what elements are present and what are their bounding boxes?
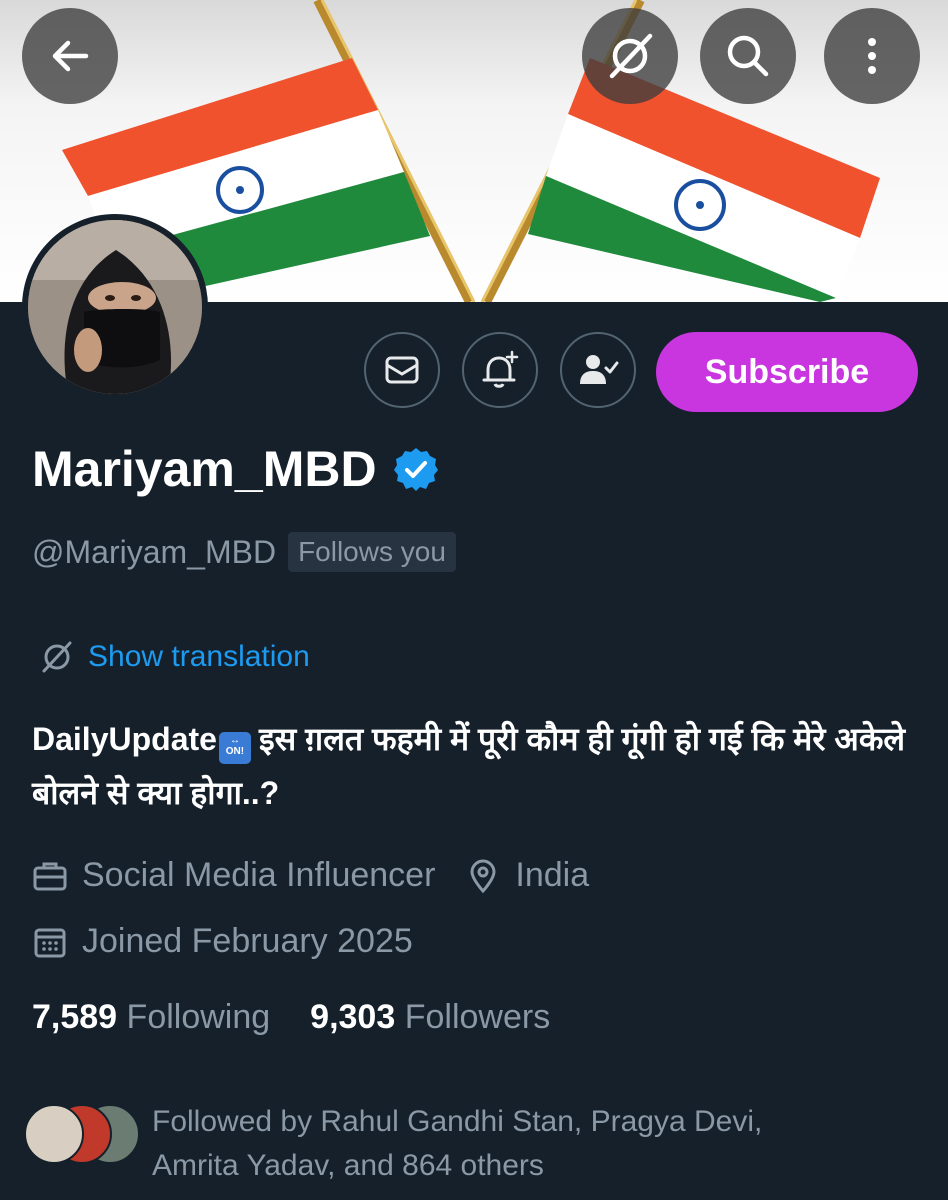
bell-plus-icon [482,350,519,388]
verified-badge-icon[interactable] [393,446,439,492]
more-button[interactable] [824,8,920,104]
followers-label: Followers [404,998,551,1036]
profile-meta-row: Social Media Influencer India [32,856,589,895]
followed-by-line: Amrita Yadav, and 864 others [152,1149,544,1182]
notifications-button[interactable] [462,332,538,408]
followed-by-text: Followed by Rahul Gandhi Stan, Pragya De… [152,1100,912,1188]
profile-avatar[interactable] [22,214,208,400]
followed-by-section[interactable]: Followed by Rahul Gandhi Stan, Pragya De… [24,1100,924,1190]
follow-counts: 7,589 Following 9,303 Followers [32,998,550,1037]
search-icon [727,35,769,77]
emoji-text: ON! [225,746,245,757]
person-check-icon [580,355,619,384]
envelope-icon [385,356,419,384]
profession: Social Media Influencer [82,856,436,894]
following-label: Following [126,998,271,1036]
avatar-photo [28,220,202,394]
joined-row: Joined February 2025 [32,922,413,961]
handle: @Mariyam_MBD [32,533,277,570]
followers-link[interactable]: 9,303 Followers [310,998,550,1037]
show-translation-link[interactable]: Show translation [40,640,310,674]
followed-by-line: Followed by Rahul Gandhi Stan, Pragya De… [152,1105,763,1138]
search-button[interactable] [700,8,796,104]
followers-count: 9,303 [310,998,396,1036]
translate-off-icon [609,33,653,79]
following-count: 7,589 [32,998,118,1036]
on-arrow-emoji-icon: ↔ ON! [218,732,251,764]
followed-by-avatars [24,1104,144,1168]
briefcase-icon [33,862,67,890]
display-name: Mariyam_MBD [32,440,439,498]
handle-row: @Mariyam_MBD Follows you [32,532,456,572]
follower-avatar [24,1104,84,1164]
calendar-icon [34,928,66,957]
subscribe-button[interactable]: Subscribe [656,332,918,412]
following-button[interactable] [560,332,636,408]
translate-toggle-button[interactable] [582,8,678,104]
bio-prefix: DailyUpdate [32,721,217,757]
profile-bio: DailyUpdate ↔ ON! इस ग़लत फहमी में पूरी कौम… [32,712,912,820]
translate-icon [42,641,72,673]
message-button[interactable] [364,332,440,408]
location-pin-icon [470,858,496,893]
following-link[interactable]: 7,589 Following [32,998,270,1037]
more-vertical-icon [868,38,876,74]
display-name-text: Mariyam_MBD [32,441,377,497]
back-button[interactable] [22,8,118,104]
location: India [515,856,590,894]
joined-date: Joined February 2025 [82,922,413,960]
arrow-left-icon [52,40,89,72]
show-translation-label: Show translation [88,640,310,673]
follows-you-badge: Follows you [288,532,456,572]
